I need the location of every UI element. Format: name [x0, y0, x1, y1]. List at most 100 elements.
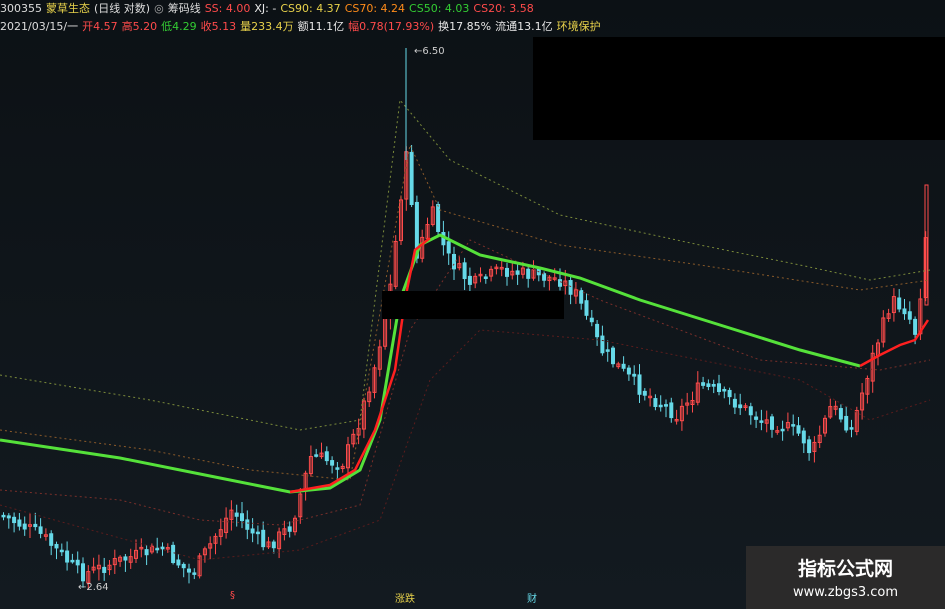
- line1-item: CS70: 4.24: [344, 2, 406, 15]
- candle-body: [160, 546, 165, 550]
- candle-body: [626, 367, 631, 375]
- watermark: 指标公式网 www.zbgs3.com: [746, 546, 945, 609]
- candle-body: [6, 515, 11, 519]
- candle-body: [234, 512, 239, 517]
- candle-body: [335, 467, 340, 470]
- candle-body: [738, 404, 743, 409]
- candle-body: [171, 544, 176, 564]
- candle-body: [12, 516, 17, 524]
- candle-body: [754, 416, 759, 420]
- line2-item: 量233.4万: [240, 20, 294, 33]
- candle-body: [727, 389, 732, 398]
- candle-body: [632, 373, 637, 377]
- line1-item: 蒙草生态: [46, 2, 90, 15]
- high-price-label: ←6.50: [414, 46, 445, 57]
- candle-body: [75, 559, 80, 566]
- candle-body: [701, 382, 706, 386]
- candle-body: [409, 151, 414, 206]
- candle-body: [54, 543, 59, 549]
- candle-body: [600, 335, 605, 354]
- candle-body: [515, 270, 520, 275]
- line1-item: CS90: 4.37: [280, 2, 341, 15]
- candle-body: [653, 398, 658, 407]
- candle-body: [907, 311, 912, 320]
- candle-body: [181, 563, 186, 569]
- indicator-header: 300355 蒙草生态 (日线 对数) ◎ 筹码线 SS: 4.00 XJ: - CS90: …: [0, 0, 538, 18]
- candle-body: [611, 347, 615, 365]
- candle-body: [240, 513, 244, 522]
- candle-body: [70, 559, 75, 563]
- line2-item: 高5.20: [121, 20, 158, 33]
- candle-body: [65, 550, 70, 563]
- candle-body: [245, 519, 250, 530]
- candle-body: [605, 349, 610, 352]
- candle-body: [579, 290, 584, 304]
- candle-body: [748, 406, 753, 416]
- candle-body: [187, 568, 191, 573]
- candle-body: [155, 547, 160, 551]
- line2-item: 开4.57: [82, 20, 118, 33]
- bottom-marker: 涨跌: [395, 594, 415, 605]
- quote-header: 2021/03/15/一 开4.57 高5.20 低4.29 收5.13 量233.4万额…: [0, 18, 605, 36]
- candle-body: [255, 531, 260, 535]
- line1-item: XJ: -: [254, 2, 277, 15]
- overlay-bar: [382, 291, 564, 319]
- candle-body: [664, 404, 668, 407]
- candle-body: [913, 318, 918, 335]
- candle-body: [669, 402, 674, 419]
- candle-body: [791, 424, 796, 427]
- line2-item: 流通13.1亿: [495, 20, 553, 33]
- candle-body: [192, 572, 197, 575]
- candle-body: [250, 528, 255, 534]
- watermark-title: 指标公式网: [797, 558, 893, 580]
- bottom-marker: 财: [527, 594, 537, 605]
- line2-item: 环境保护: [556, 20, 601, 33]
- line2-item: 换17.85%: [438, 20, 492, 33]
- candle-body: [838, 408, 843, 420]
- candle-body: [287, 526, 292, 532]
- candle-body: [770, 416, 774, 430]
- cs50-line: [0, 233, 861, 494]
- candle-body: [483, 276, 488, 279]
- line1-item: (日线 对数): [94, 2, 151, 15]
- candle-body: [33, 523, 38, 528]
- candle-body: [595, 323, 600, 338]
- candle-body: [902, 308, 907, 315]
- candle-body: [176, 559, 181, 566]
- candle-body: [324, 451, 329, 462]
- candle-body: [897, 297, 902, 310]
- candle-body: [801, 430, 806, 444]
- watermark-url: www.zbgs3.com: [792, 585, 899, 600]
- candle-body: [123, 556, 128, 561]
- candle-body: [621, 363, 626, 369]
- candle-body: [717, 383, 721, 393]
- line1-item: SS: 4.00: [204, 2, 251, 15]
- candle-body: [81, 563, 85, 582]
- line1-item: CS50: 4.03: [409, 2, 470, 15]
- line2-item: 2021/03/15/一: [0, 20, 79, 33]
- line1-item: CS20: 3.58: [473, 2, 534, 15]
- overlay-panel: [533, 37, 945, 140]
- ss-line-2: [859, 319, 930, 368]
- low-price-label: ←2.64: [78, 582, 109, 593]
- candle-body: [558, 279, 562, 287]
- candle-body: [711, 383, 716, 387]
- candle-body: [589, 317, 594, 323]
- candle-body: [706, 383, 711, 387]
- candle-body: [102, 566, 107, 573]
- line1-item: 筹码线: [167, 2, 201, 15]
- line1-item: 300355: [0, 2, 42, 15]
- candle-body: [542, 273, 547, 281]
- candle-body: [526, 268, 531, 279]
- candle-body: [780, 428, 785, 432]
- last-candle: [924, 184, 929, 306]
- candle-body: [1, 514, 6, 518]
- candle-body: [38, 526, 43, 534]
- candle-body: [584, 300, 589, 316]
- candle-body: [642, 390, 647, 396]
- candle-body: [452, 253, 456, 270]
- candle-body: [732, 398, 737, 408]
- candle-body: [330, 460, 335, 466]
- candle-body: [144, 549, 149, 556]
- line2-item: 幅0.78(17.93%): [348, 20, 435, 33]
